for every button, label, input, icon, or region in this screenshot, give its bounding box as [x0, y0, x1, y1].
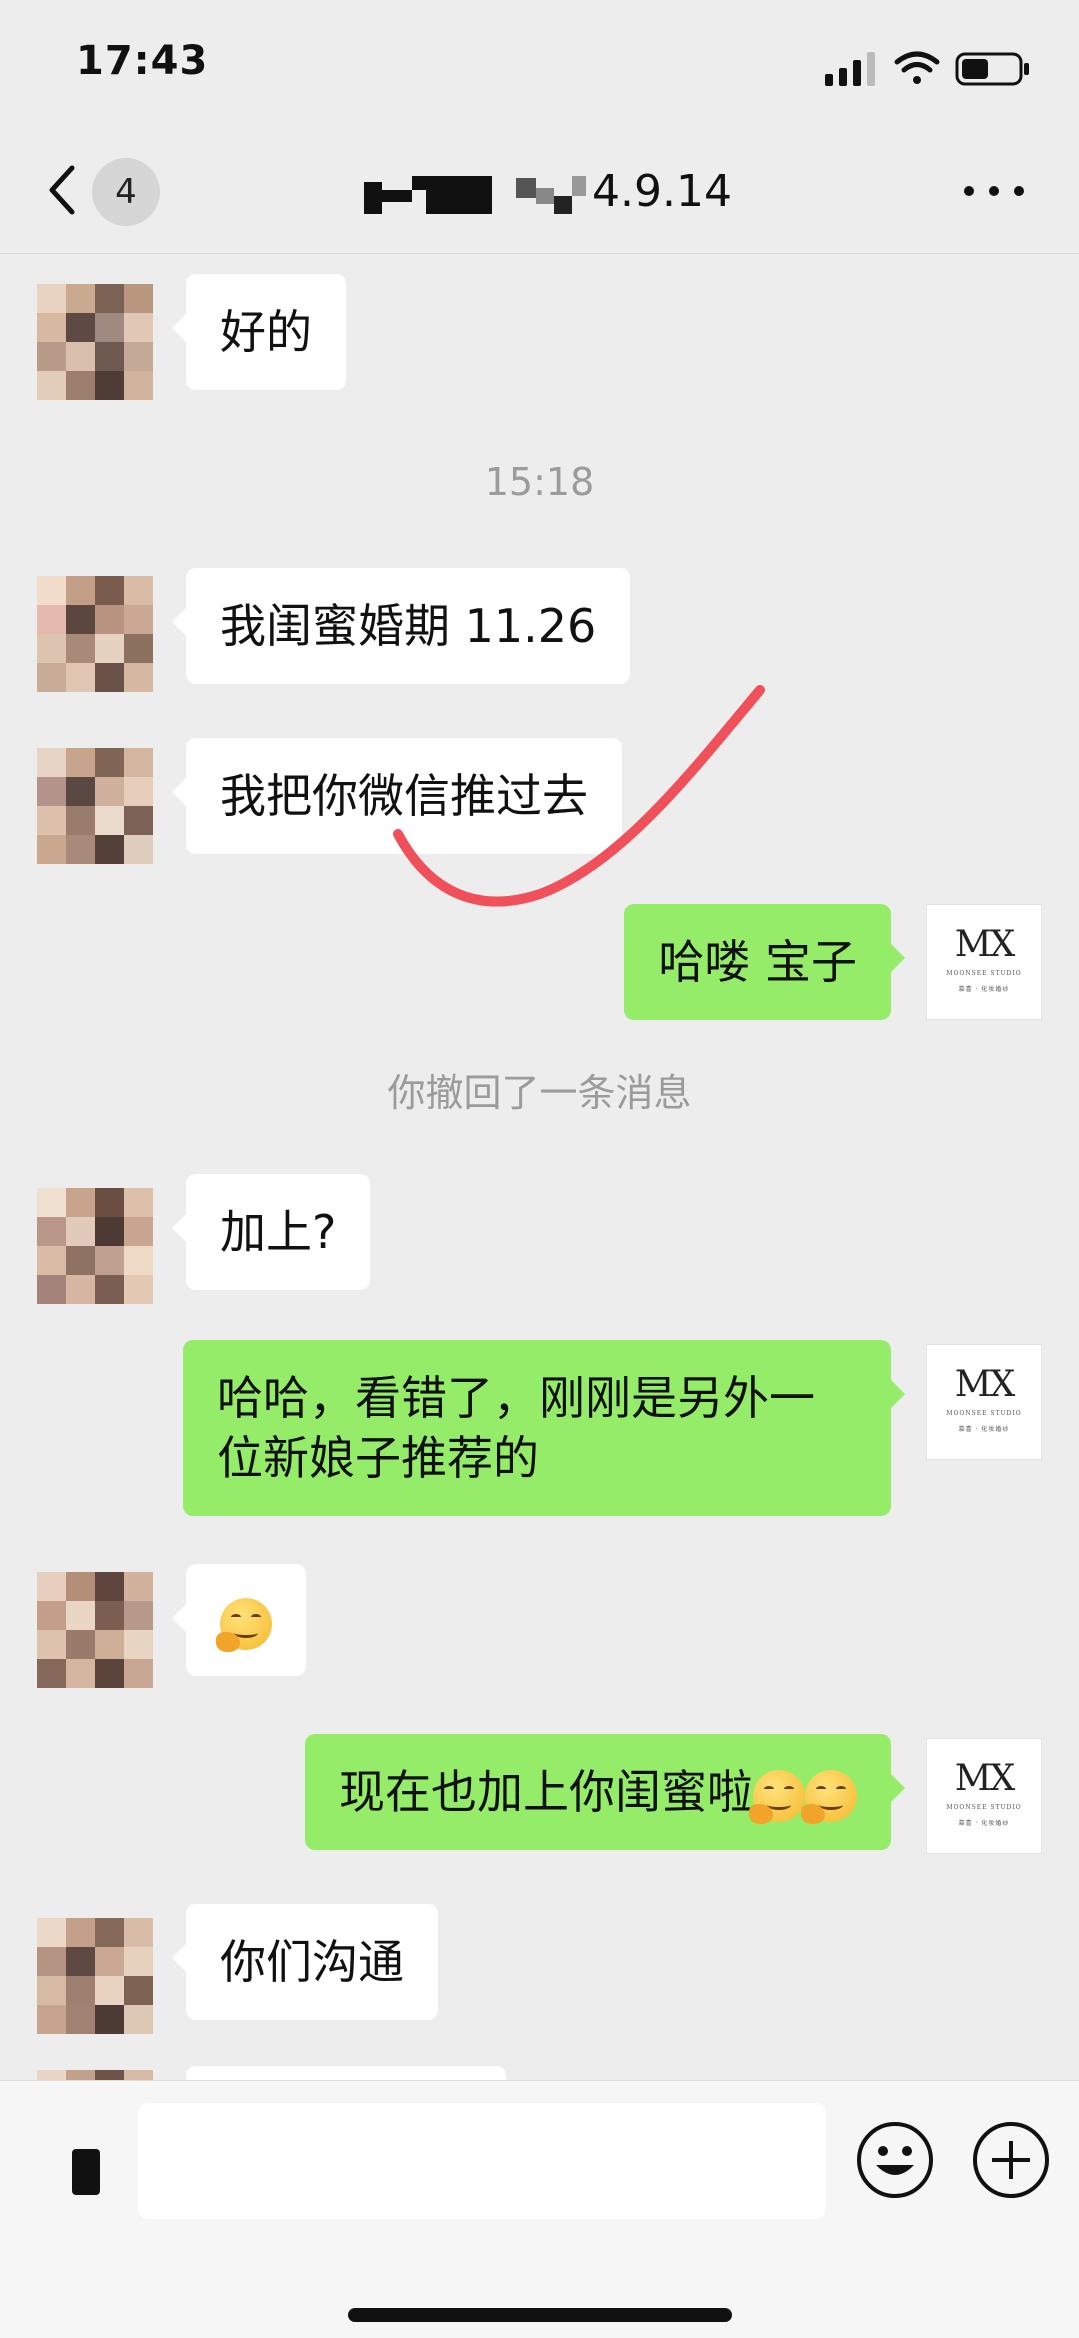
studio-logo: MX — [954, 1758, 1016, 1799]
message-bubble-incoming[interactable]: 加上? — [171, 1174, 371, 1290]
message-bubble-outgoing[interactable]: 哈哈，看错了，刚刚是另外一位新娘子推荐的 — [183, 1340, 905, 1516]
back-icon[interactable] — [40, 160, 84, 220]
signal-icon — [825, 52, 875, 86]
unread-count-badge[interactable]: 4 — [92, 158, 160, 226]
contact-avatar[interactable] — [37, 748, 153, 864]
input-bar — [0, 2080, 1079, 2338]
contact-avatar[interactable] — [37, 1572, 153, 1688]
redacted-name-block — [516, 176, 586, 214]
my-avatar[interactable]: MX MOONSEE STUDIO 慕喜 · 化妆婚纱 — [926, 1738, 1042, 1854]
message-bubble-incoming[interactable]: 我把你微信推过去 — [172, 738, 622, 854]
studio-name: MOONSEE STUDIO — [946, 1410, 1022, 1417]
status-bar: 17:43 — [0, 0, 1079, 130]
smiley-icon[interactable] — [854, 2119, 936, 2201]
chat-header: 4 4.9.14 — [0, 130, 1079, 254]
message-bubble-incoming[interactable]: 好的 — [172, 274, 346, 390]
studio-logo: MX — [954, 924, 1016, 965]
message-bubble-incoming[interactable]: 我闺蜜婚期 11.26 — [171, 568, 631, 684]
message-input[interactable] — [138, 2103, 826, 2219]
studio-name: MOONSEE STUDIO — [946, 970, 1022, 977]
studio-tagline: 慕喜 · 化妆婚纱 — [958, 986, 1010, 993]
my-avatar[interactable]: MX MOONSEE STUDIO 慕喜 · 化妆婚纱 — [926, 1344, 1042, 1460]
timestamp: 15:18 — [484, 460, 595, 504]
contact-avatar[interactable] — [37, 284, 153, 400]
recall-notice: 你撤回了一条消息 — [387, 1071, 692, 1115]
message-bubble-incoming[interactable] — [172, 1564, 306, 1676]
message-bubble-outgoing[interactable]: 现在也加上你闺蜜啦 — [305, 1734, 905, 1850]
message-bubble-outgoing[interactable]: 哈喽 宝子 — [624, 904, 905, 1020]
message-bubble-incoming[interactable] — [186, 2066, 506, 2080]
studio-logo: MX — [954, 1364, 1016, 1405]
contact-avatar[interactable] — [37, 576, 153, 692]
shy-smile-emoji-icon — [749, 1769, 805, 1824]
more-dots-icon[interactable] — [959, 176, 1029, 206]
plus-circle-icon[interactable] — [970, 2119, 1052, 2201]
message-text: 现在也加上你闺蜜啦 — [339, 1765, 753, 1819]
status-icons — [825, 51, 1029, 86]
message-list[interactable]: 好的 15:18 我闺蜜婚期 11.26 我把你微信推过去 哈喽 宝子 MX M… — [0, 254, 1079, 2080]
shy-smile-emoji-icon — [801, 1769, 857, 1824]
contact-avatar[interactable] — [37, 1918, 153, 2034]
voice-icon[interactable] — [72, 2149, 100, 2195]
redacted-name-block — [364, 176, 492, 214]
chat-title-text: 4.9.14 — [592, 166, 732, 217]
status-time: 17:43 — [76, 38, 209, 84]
message-bubble-incoming[interactable]: 你们沟通 — [172, 1904, 438, 2020]
studio-tagline: 慕喜 · 化妆婚纱 — [958, 1426, 1010, 1433]
studio-tagline: 慕喜 · 化妆婚纱 — [958, 1820, 1010, 1827]
contact-avatar[interactable] — [37, 2070, 153, 2080]
home-indicator[interactable] — [348, 2308, 732, 2322]
battery-icon — [955, 52, 1029, 86]
studio-name: MOONSEE STUDIO — [946, 1804, 1022, 1811]
chat-title: 4.9.14 — [360, 162, 740, 222]
shy-smile-emoji-icon — [216, 1597, 272, 1652]
wifi-icon — [894, 51, 940, 84]
contact-avatar[interactable] — [37, 1188, 153, 1304]
my-avatar[interactable]: MX MOONSEE STUDIO 慕喜 · 化妆婚纱 — [926, 904, 1042, 1020]
